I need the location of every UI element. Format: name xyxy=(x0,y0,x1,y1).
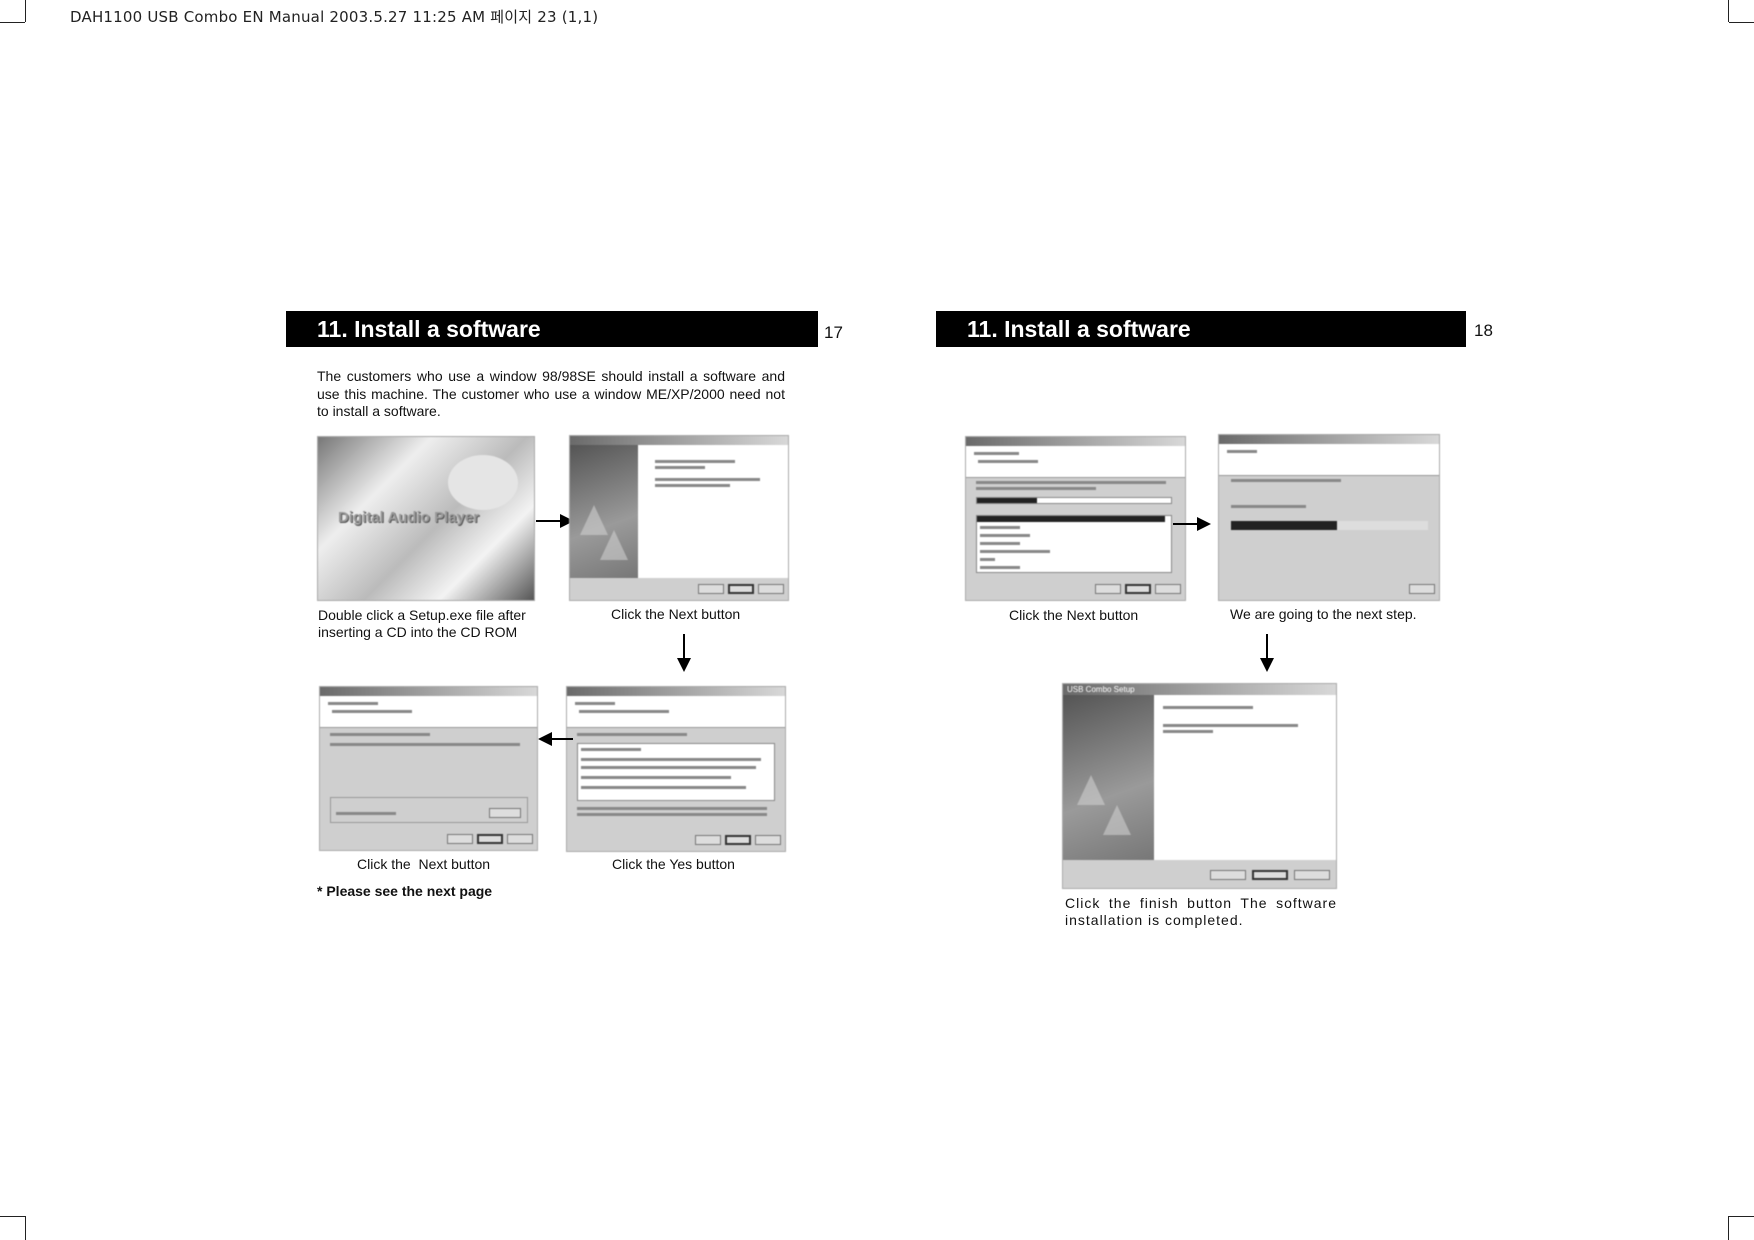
note-text: * Please see the next page xyxy=(317,883,493,899)
back-button xyxy=(698,584,724,594)
program-folder-input xyxy=(976,497,1172,504)
back-button xyxy=(1210,870,1246,880)
window-title-bar xyxy=(570,436,788,445)
arrow-down-icon xyxy=(1266,634,1268,660)
browse-button xyxy=(489,808,521,818)
wizard-side-graphic xyxy=(1063,695,1154,860)
window-title-bar xyxy=(567,687,785,696)
splash-title: Digital Audio Player xyxy=(338,509,480,526)
wizard-side-graphic xyxy=(570,445,638,578)
crop-mark xyxy=(1729,22,1754,23)
arrowhead-icon xyxy=(1260,658,1274,672)
arrow-right-icon xyxy=(1173,523,1199,525)
license-text-box xyxy=(577,743,775,801)
step-caption: Click the Yes button xyxy=(612,856,735,872)
crop-mark xyxy=(0,22,25,23)
destination-folder-screenshot xyxy=(319,686,538,851)
section-title-bar: 11. Install a software xyxy=(936,311,1466,347)
step-caption: Click the Next button xyxy=(357,856,491,872)
wizard-complete-screenshot: USB Combo Setup xyxy=(1062,683,1337,889)
crop-mark xyxy=(25,1216,26,1240)
step-caption: Double click a Setup.exe file after inse… xyxy=(318,607,526,640)
step-caption: Click the Next button xyxy=(611,606,741,622)
window-title-bar: USB Combo Setup xyxy=(1063,684,1336,695)
step-caption: We are going to the next step. xyxy=(1230,606,1417,622)
install-progress-bar xyxy=(1231,521,1428,530)
yes-button xyxy=(725,835,751,845)
cancel-button xyxy=(1409,584,1435,594)
crop-mark xyxy=(1728,1216,1729,1240)
crop-mark xyxy=(0,1216,25,1217)
back-button xyxy=(695,835,721,845)
cd-splash-screenshot: Digital Audio Player xyxy=(317,436,535,601)
welcome-wizard-screenshot xyxy=(569,435,789,601)
no-button xyxy=(755,835,781,845)
window-title-bar xyxy=(320,687,537,696)
crop-mark xyxy=(25,0,26,22)
arrow-left-icon xyxy=(552,738,573,740)
window-title-bar xyxy=(1219,435,1439,444)
existing-folders-list xyxy=(976,515,1172,573)
program-folder-screenshot xyxy=(965,436,1186,601)
cancel-button xyxy=(1294,870,1330,880)
cancel-button xyxy=(1155,584,1181,594)
finish-button xyxy=(1252,870,1288,880)
back-button xyxy=(1095,584,1121,594)
page-number: 18 xyxy=(1474,321,1493,340)
license-agreement-screenshot xyxy=(566,686,786,852)
cancel-button xyxy=(507,834,533,844)
next-button xyxy=(1125,584,1151,594)
arrowhead-icon xyxy=(538,732,552,746)
page-number: 17 xyxy=(824,323,843,342)
next-button xyxy=(728,584,754,594)
arrow-right-icon xyxy=(536,520,562,522)
section-title-bar: 11. Install a software xyxy=(286,311,818,347)
window-title-bar xyxy=(966,437,1185,446)
back-button xyxy=(447,834,473,844)
cancel-button xyxy=(758,584,784,594)
setup-status-screenshot xyxy=(1218,434,1440,601)
arrowhead-icon xyxy=(677,658,691,672)
intro-text: The customers who use a window 98/98SE s… xyxy=(317,368,785,419)
crop-mark xyxy=(1728,0,1729,22)
mouse-graphic xyxy=(448,455,518,510)
step-caption: Click the Next button xyxy=(1009,607,1139,623)
progress-fill xyxy=(1231,521,1338,530)
next-button xyxy=(477,834,503,844)
crop-mark xyxy=(1729,1216,1754,1217)
arrow-down-icon xyxy=(683,634,685,660)
destination-folder-group xyxy=(330,797,528,823)
print-header: DAH1100 USB Combo EN Manual 2003.5.27 11… xyxy=(70,8,599,26)
arrowhead-icon xyxy=(1197,517,1211,531)
step-caption: Click the finish button The software ins… xyxy=(1065,895,1337,928)
